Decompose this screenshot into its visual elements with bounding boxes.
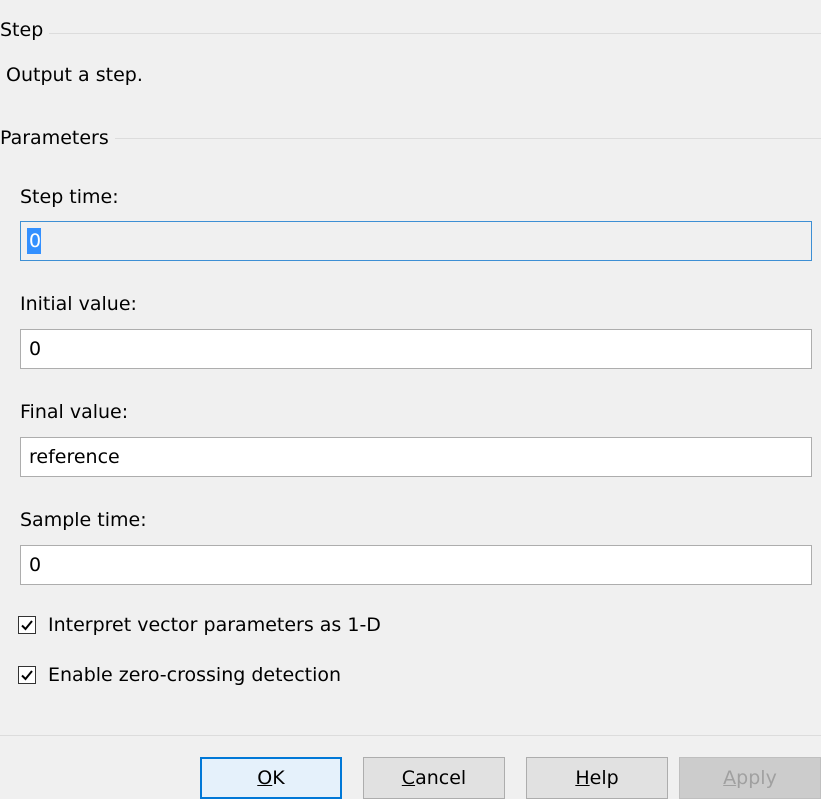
apply-mnemonic: A — [723, 767, 737, 789]
step-group-divider — [0, 33, 821, 34]
initial-value-label: Initial value: — [20, 293, 137, 315]
interpret-vector-option[interactable]: Interpret vector parameters as 1-D — [18, 612, 381, 638]
zero-crossing-option[interactable]: Enable zero-crossing detection — [18, 662, 341, 688]
ok-label-rest: K — [272, 767, 285, 789]
zero-crossing-label: Enable zero-crossing detection — [48, 664, 342, 686]
check-icon — [21, 620, 33, 631]
ok-mnemonic: O — [257, 767, 273, 789]
step-time-label: Step time: — [20, 186, 119, 208]
ok-button[interactable]: OK — [200, 757, 342, 799]
help-button[interactable]: Help — [526, 757, 668, 799]
check-icon — [21, 670, 33, 681]
apply-label-rest: pply — [736, 767, 777, 789]
initial-value-input[interactable] — [20, 329, 812, 369]
parameters-group-title: Parameters — [0, 126, 115, 150]
step-group-title: Step — [0, 18, 50, 42]
final-value-label: Final value: — [20, 401, 129, 423]
parameters-group-divider — [0, 138, 821, 139]
button-bar-divider — [0, 735, 821, 736]
block-parameters-dialog: Step Output a step. Parameters Step time… — [0, 0, 821, 799]
help-mnemonic: H — [575, 767, 590, 789]
cancel-label-rest: ancel — [415, 767, 467, 789]
final-value-input[interactable] — [20, 437, 812, 477]
sample-time-input[interactable] — [20, 545, 812, 585]
interpret-vector-label: Interpret vector parameters as 1-D — [48, 614, 381, 636]
help-label-rest: elp — [589, 767, 619, 789]
interpret-vector-checkbox[interactable] — [18, 616, 36, 634]
block-description: Output a step. — [6, 64, 143, 86]
cancel-mnemonic: C — [401, 767, 416, 789]
sample-time-label: Sample time: — [20, 509, 147, 531]
step-time-input[interactable] — [20, 221, 812, 261]
cancel-button[interactable]: Cancel — [363, 757, 505, 799]
zero-crossing-checkbox[interactable] — [18, 666, 36, 684]
apply-button[interactable]: Apply — [679, 757, 821, 799]
